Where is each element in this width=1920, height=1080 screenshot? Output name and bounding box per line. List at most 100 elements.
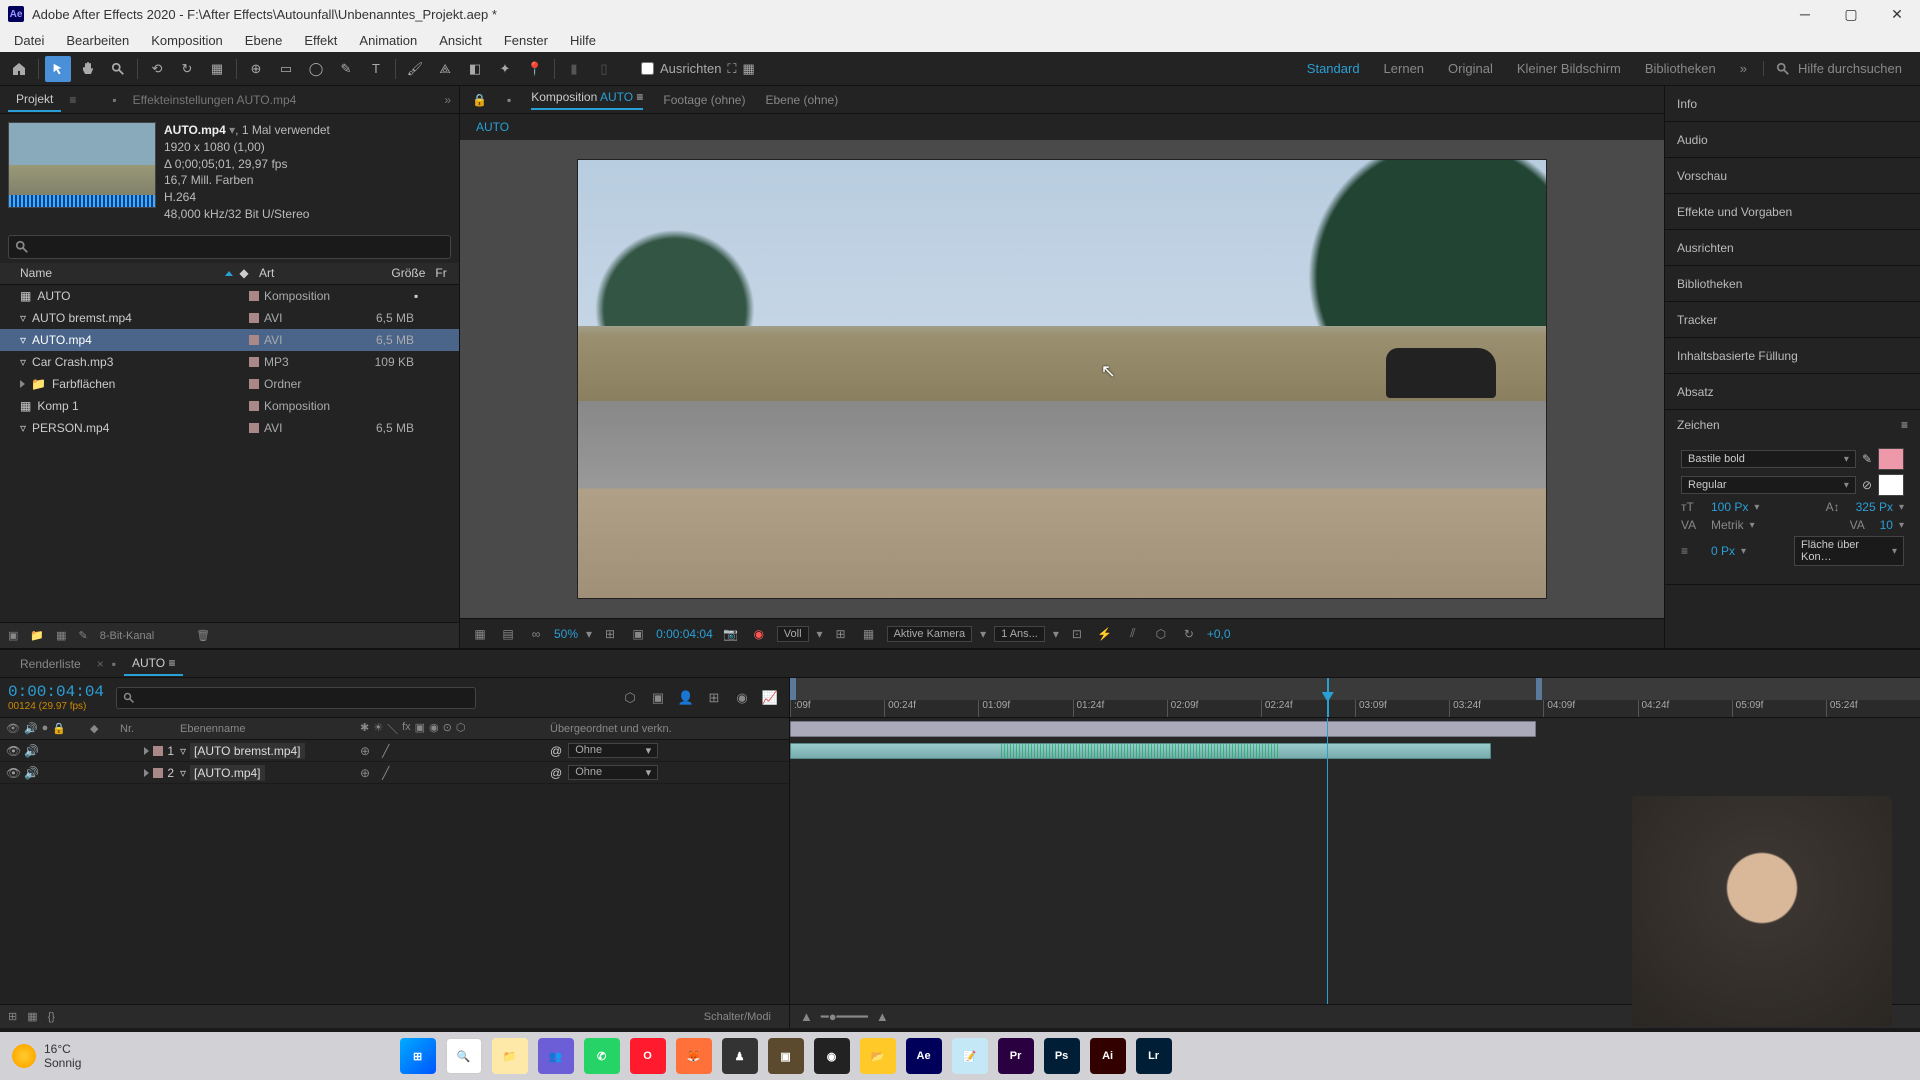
taskbar-notepad-icon[interactable]: 📝 (952, 1038, 988, 1074)
tab-close-icon[interactable]: × (97, 657, 104, 671)
stroke-color-swatch[interactable] (1878, 474, 1904, 496)
pickwhip-icon[interactable]: @ (550, 766, 562, 780)
rect-tool[interactable]: ▭ (273, 56, 299, 82)
col-parent[interactable]: Übergeordnet und verkn. (550, 723, 789, 735)
grid-icon[interactable]: ▦ (859, 624, 879, 644)
panel-vorschau[interactable]: Vorschau (1665, 158, 1920, 194)
taskbar-obs-icon[interactable]: ◉ (814, 1038, 850, 1074)
roto-tool[interactable]: ✦ (492, 56, 518, 82)
taskbar-search-icon[interactable]: 🔍 (446, 1038, 482, 1074)
no-fill-icon[interactable]: ⊘ (1862, 478, 1872, 492)
project-search-input[interactable] (8, 235, 451, 259)
alpha-toggle-icon[interactable]: ▦ (470, 624, 490, 644)
parent-select[interactable]: Ohne▾ (568, 743, 658, 758)
channel-icon[interactable]: ◉ (749, 624, 769, 644)
roi-icon[interactable]: ▣ (628, 624, 648, 644)
menu-bearbeiten[interactable]: Bearbeiten (56, 31, 139, 50)
pickwhip-icon[interactable]: @ (550, 744, 562, 758)
menu-ebene[interactable]: Ebene (235, 31, 293, 50)
label-chip[interactable] (249, 401, 259, 411)
timeline-layer[interactable]: 👁🔊1▿[AUTO bremst.mp4]⊕ ╱@Ohne▾ (0, 740, 789, 762)
shape-stroke[interactable]: ▯ (591, 56, 617, 82)
taskbar-photoshop-icon[interactable]: Ps (1044, 1038, 1080, 1074)
pixel-aspect-icon[interactable]: ⊡ (1067, 624, 1087, 644)
project-item[interactable]: ▦AUTOKomposition▪ (0, 285, 459, 307)
tab-project[interactable]: Projekt (8, 88, 61, 112)
tab-effectcontrols[interactable]: Effekteinstellungen AUTO.mp4 (125, 89, 305, 111)
snap-options-icon[interactable]: ⛶ (727, 61, 736, 77)
toggle-switches-icon[interactable]: ⊞ (8, 1010, 17, 1023)
reset-exposure-icon[interactable]: ↻ (1179, 624, 1199, 644)
taskbar-app-icon[interactable]: ♟ (722, 1038, 758, 1074)
panel-info[interactable]: Info (1665, 86, 1920, 122)
switch-cell[interactable]: ⊕ (360, 766, 370, 780)
puppet-tool[interactable]: 📍 (522, 56, 548, 82)
exposure-value[interactable]: +0,0 (1207, 627, 1231, 641)
visibility-toggle[interactable]: 👁 (6, 766, 20, 780)
maximize-button[interactable]: ▢ (1828, 0, 1874, 28)
anchor-tool[interactable]: ⊕ (243, 56, 269, 82)
adjust-icon[interactable]: ✎ (79, 629, 88, 642)
project-item[interactable]: ▿Car Crash.mp3MP3109 KB (0, 351, 459, 373)
zeichen-menu-icon[interactable]: ≡ (1901, 418, 1908, 432)
project-item[interactable]: 📁FarbflächenOrdner (0, 373, 459, 395)
new-comp-icon[interactable]: ▦ (56, 629, 66, 642)
col-fr[interactable]: Fr (425, 266, 455, 280)
weather-widget[interactable]: 16°C Sonnig (12, 1042, 81, 1070)
expand-layer-icon[interactable] (144, 769, 149, 777)
timeline-icon[interactable]: ⫽ (1123, 624, 1143, 644)
switch-col-7-icon[interactable]: ⊙ (443, 721, 452, 737)
bpc-toggle[interactable]: 8-Bit-Kanal (100, 630, 154, 642)
ellipse-tool[interactable]: ◯ (303, 56, 329, 82)
zoom-chevron-icon[interactable]: ▾ (586, 627, 592, 641)
col-nr[interactable]: Nr. (120, 723, 180, 735)
leading-value[interactable]: 325 Px (1856, 500, 1893, 514)
font-style-select[interactable]: Regular▾ (1681, 476, 1856, 494)
expand-icon[interactable] (20, 380, 25, 388)
draft3d-icon[interactable]: ▣ (647, 687, 669, 709)
toggle-modes-icon[interactable]: ▦ (27, 1010, 37, 1023)
font-size-value[interactable]: 100 Px (1711, 500, 1748, 514)
schalter-modi-toggle[interactable]: Schalter/Modi (704, 1011, 771, 1023)
label-column-icon[interactable]: ◆ (90, 722, 120, 735)
workspace-lernen[interactable]: Lernen (1384, 61, 1424, 76)
eye-column-icon[interactable]: 👁 (6, 722, 20, 735)
audio-toggle[interactable]: 🔊 (24, 766, 39, 780)
motionblur-icon[interactable]: ◉ (731, 687, 753, 709)
audio-toggle[interactable]: 🔊 (24, 744, 39, 758)
panel-tracker[interactable]: Tracker (1665, 302, 1920, 338)
tab-footage[interactable]: Footage (ohne) (663, 93, 745, 107)
col-name[interactable]: Name (20, 266, 52, 280)
audio-column-icon[interactable]: 🔊 (24, 722, 38, 735)
tab-project-menu-icon[interactable]: ≡ (69, 93, 76, 107)
switch-col-4-icon[interactable]: fx (402, 721, 411, 737)
graph-icon[interactable]: 📈 (759, 687, 781, 709)
viewer-timecode[interactable]: 0:00:04:04 (656, 627, 713, 641)
camera-select[interactable]: Aktive Kamera (887, 626, 973, 642)
zoom-in-icon[interactable]: ▲ (876, 1009, 889, 1024)
layer-label-chip[interactable] (153, 768, 163, 778)
zoom-out-icon[interactable]: ▲ (800, 1009, 813, 1024)
panel-overflow-icon[interactable]: » (444, 93, 451, 107)
project-item[interactable]: ▿AUTO.mp4AVI6,5 MB (0, 329, 459, 351)
shape-fill[interactable]: ▮ (561, 56, 587, 82)
panel-bibliotheken[interactable]: Bibliotheken (1665, 266, 1920, 302)
resolution-select[interactable]: Voll (777, 626, 809, 642)
taskbar-lightroom-icon[interactable]: Lr (1136, 1038, 1172, 1074)
tab-layer[interactable]: Ebene (ohne) (765, 93, 838, 107)
clone-tool[interactable]: ⟁ (432, 56, 458, 82)
layer-bar-2[interactable] (790, 743, 1491, 759)
new-folder-icon[interactable]: 📁 (30, 629, 44, 642)
col-label-icon[interactable]: ◆ (239, 266, 259, 280)
brush-tool[interactable]: 🖌 (402, 56, 428, 82)
workspace-original[interactable]: Original (1448, 61, 1493, 76)
frameblend-icon[interactable]: ⊞ (703, 687, 725, 709)
lock-column-icon[interactable]: 🔒 (52, 722, 66, 735)
shy-icon[interactable]: 👤 (675, 687, 697, 709)
parent-select[interactable]: Ohne▾ (568, 765, 658, 780)
toggle-in-out-icon[interactable]: {} (48, 1011, 55, 1023)
stroke-width-value[interactable]: 0 Px (1711, 544, 1735, 558)
label-chip[interactable] (249, 423, 259, 433)
flowchart-icon[interactable]: ⬡ (1151, 624, 1171, 644)
taskbar-aftereffects-icon[interactable]: Ae (906, 1038, 942, 1074)
